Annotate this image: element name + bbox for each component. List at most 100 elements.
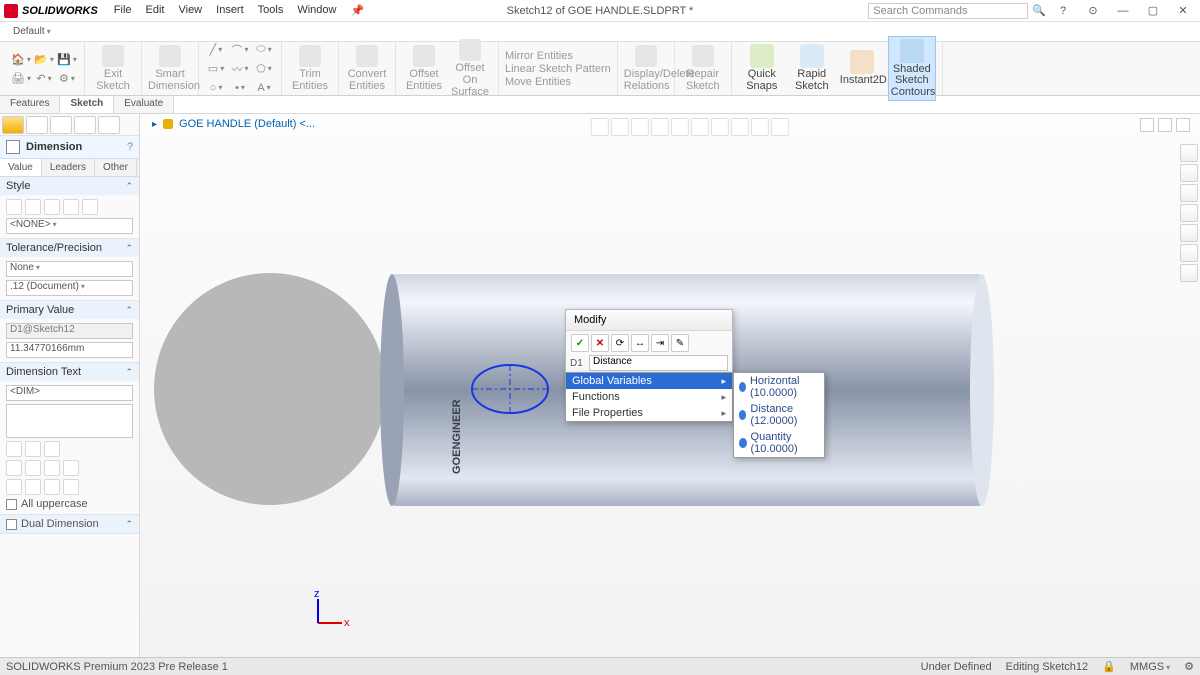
display-delete-relations[interactable]: Display/Delete Relations — [624, 45, 668, 92]
dimension-value[interactable]: 11.34770166mm — [6, 342, 133, 358]
style-ic3[interactable] — [44, 199, 60, 215]
close-button[interactable]: ✕ — [1170, 2, 1196, 20]
undo-button[interactable]: ↶ — [33, 69, 55, 87]
help-small-icon[interactable]: ? — [127, 141, 133, 153]
print-button[interactable]: 🖨 — [10, 69, 32, 87]
sym-5[interactable] — [6, 479, 22, 495]
style-ic1[interactable] — [6, 199, 22, 215]
circle-tool[interactable]: ○ — [205, 79, 227, 97]
all-uppercase[interactable]: All uppercase — [6, 498, 133, 510]
repair-sketch[interactable]: Repair Sketch — [681, 45, 725, 92]
convert-button[interactable]: Convert Entities — [345, 45, 389, 92]
ok-button[interactable]: ✓ — [571, 334, 589, 352]
help-icon[interactable]: ? — [1050, 2, 1076, 20]
status-gear-icon[interactable]: ⚙ — [1184, 660, 1194, 673]
text-tool[interactable]: A — [253, 79, 275, 97]
sym-2[interactable] — [25, 460, 41, 476]
move-entities[interactable]: Move Entities — [505, 76, 611, 88]
var-distance[interactable]: Distance (12.0000) — [734, 401, 824, 429]
equation-menu[interactable]: Global Variables▸ Functions▸ File Proper… — [565, 372, 733, 422]
tab-other[interactable]: Other — [95, 159, 137, 176]
sym-4[interactable] — [63, 460, 79, 476]
menu-pin-icon[interactable]: 📌 — [344, 2, 370, 19]
dimxpert-tab[interactable] — [74, 116, 96, 134]
tab-value[interactable]: Value — [0, 159, 42, 176]
slot-tool[interactable]: ⬭ — [253, 41, 275, 59]
config-manager-tab[interactable] — [50, 116, 72, 134]
sym-8[interactable] — [63, 479, 79, 495]
style-dropdown[interactable]: <NONE> — [6, 218, 133, 234]
sym-3[interactable] — [44, 460, 60, 476]
dual-dim-header[interactable]: Dual Dimension — [0, 515, 139, 533]
point-tool[interactable]: • — [229, 79, 251, 97]
poly-tool[interactable]: ⬠ — [253, 60, 275, 78]
units-label[interactable]: MMGS — [1130, 661, 1170, 673]
tolerance-precision[interactable]: .12 (Document) — [6, 280, 133, 296]
rebuild-button[interactable]: ⟳ — [611, 334, 629, 352]
user-icon[interactable]: ⊙ — [1080, 2, 1106, 20]
dim-text-token[interactable]: <DIM> — [6, 385, 133, 401]
menu-global-variables[interactable]: Global Variables▸ — [566, 373, 732, 389]
distance-input[interactable]: Distance — [589, 355, 728, 371]
offset-button[interactable]: Offset Entities — [402, 45, 446, 92]
var-horizontal[interactable]: Horizontal (10.0000) — [734, 373, 824, 401]
cancel-button[interactable]: ✕ — [591, 334, 609, 352]
feature-manager-tab[interactable] — [2, 116, 24, 134]
tolerance-header[interactable]: Tolerance/Precision — [0, 239, 139, 257]
menu-view[interactable]: View — [172, 2, 208, 19]
quick-snaps[interactable]: Quick Snaps — [738, 42, 786, 94]
rapid-sketch[interactable]: Rapid Sketch — [788, 42, 836, 94]
save-button[interactable]: 💾 — [56, 50, 78, 68]
instant2d[interactable]: Instant2D — [838, 48, 886, 89]
mark-button[interactable]: ✎ — [671, 334, 689, 352]
minimize-button[interactable]: — — [1110, 2, 1136, 20]
style-ic2[interactable] — [25, 199, 41, 215]
search-icon[interactable]: 🔍 — [1032, 4, 1046, 17]
line-tool[interactable]: ╱ — [205, 41, 227, 59]
menu-window[interactable]: Window — [291, 2, 342, 19]
tab-leaders[interactable]: Leaders — [42, 159, 95, 176]
config-dropdown[interactable]: Default — [8, 25, 152, 38]
rect-tool[interactable]: ▭ — [205, 60, 227, 78]
tab-evaluate[interactable]: Evaluate — [114, 96, 174, 113]
var-quantity[interactable]: Quantity (10.0000) — [734, 429, 824, 457]
reverse-button[interactable]: ↔ — [631, 334, 649, 352]
spin-inc-button[interactable]: ⇥ — [651, 334, 669, 352]
spline-tool[interactable]: 〰 — [229, 60, 251, 78]
tolerance-type[interactable]: None — [6, 261, 133, 277]
menu-tools[interactable]: Tools — [252, 2, 290, 19]
arc-tool[interactable]: ⌒ — [229, 41, 251, 59]
search-input[interactable]: Search Commands — [868, 3, 1028, 19]
property-manager-tab[interactable] — [26, 116, 48, 134]
global-vars-submenu[interactable]: Horizontal (10.0000) Distance (12.0000) … — [733, 372, 825, 458]
options-button[interactable]: ⚙ — [56, 69, 78, 87]
menu-file[interactable]: File — [108, 2, 138, 19]
menu-file-properties[interactable]: File Properties▸ — [566, 405, 732, 421]
menu-functions[interactable]: Functions▸ — [566, 389, 732, 405]
style-header[interactable]: Style — [0, 177, 139, 195]
sym-1[interactable] — [6, 460, 22, 476]
tab-features[interactable]: Features — [0, 96, 60, 113]
tab-sketch[interactable]: Sketch — [60, 96, 114, 113]
offset-surface-button[interactable]: Offset On Surface — [448, 39, 492, 98]
dim-text-header[interactable]: Dimension Text — [0, 363, 139, 381]
sym-7[interactable] — [44, 479, 60, 495]
dim-text-area[interactable] — [6, 404, 133, 438]
linear-pattern[interactable]: Linear Sketch Pattern — [505, 63, 611, 75]
sym-6[interactable] — [25, 479, 41, 495]
dimension-name[interactable]: D1@Sketch12 — [6, 323, 133, 339]
exit-sketch-button[interactable]: Exit Sketch — [91, 45, 135, 92]
graphics-area[interactable]: ▸ GOE HANDLE (Default) <... GOENGINEER — [140, 114, 1200, 657]
style-ic4[interactable] — [63, 199, 79, 215]
shaded-sketch-contours[interactable]: Shaded Sketch Contours — [888, 36, 936, 102]
primary-value-header[interactable]: Primary Value — [0, 301, 139, 319]
mirror-entities[interactable]: Mirror Entities — [505, 50, 611, 62]
menu-insert[interactable]: Insert — [210, 2, 250, 19]
style-ic5[interactable] — [82, 199, 98, 215]
trim-button[interactable]: Trim Entities — [288, 45, 332, 92]
smart-dimension-button[interactable]: Smart Dimension — [148, 45, 192, 92]
maximize-button[interactable]: ▢ — [1140, 2, 1166, 20]
display-manager-tab[interactable] — [98, 116, 120, 134]
just-1[interactable] — [6, 441, 22, 457]
lock-icon[interactable]: 🔒 — [1102, 660, 1116, 673]
